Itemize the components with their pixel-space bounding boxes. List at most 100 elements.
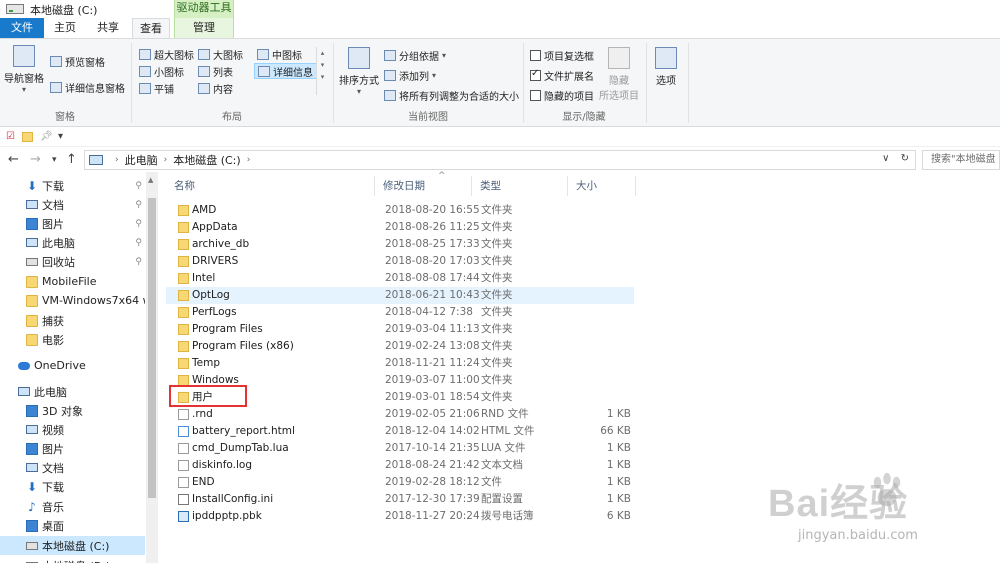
- navigation-pane-button[interactable]: 导航窗格 ▾: [4, 45, 44, 94]
- nav-item[interactable]: 图片 ⚲: [0, 214, 145, 233]
- column-header-date[interactable]: 修改日期: [375, 176, 472, 196]
- table-row[interactable]: AppData 2018-08-26 11:25 文件夹: [166, 219, 634, 236]
- pin-icon[interactable]: ⚲: [135, 257, 142, 267]
- table-row[interactable]: END 2019-02-28 18:12 文件 1 KB: [166, 474, 634, 491]
- nav-item[interactable]: 此电脑 ⚲: [0, 233, 145, 252]
- pin-icon[interactable]: ⚲: [135, 200, 142, 210]
- nav-item[interactable]: OneDrive: [0, 356, 145, 375]
- breadcrumb-this-pc[interactable]: 此电脑: [125, 152, 158, 168]
- tab-file[interactable]: 文件: [0, 18, 44, 38]
- column-header-size[interactable]: 大小: [568, 176, 636, 196]
- navigation-pane-scrollbar[interactable]: ▲: [146, 172, 158, 563]
- forward-arrow-icon[interactable]: →: [30, 152, 41, 167]
- options-button[interactable]: 选项: [650, 47, 682, 87]
- address-bar[interactable]: › 此电脑 › 本地磁盘 (C:) › ∨ ↻: [84, 150, 916, 170]
- table-row[interactable]: Temp 2018-11-21 11:24 文件夹: [166, 355, 634, 372]
- address-dropdown-chevron-icon[interactable]: ∨: [882, 153, 889, 164]
- checkbox-checked[interactable]: [530, 68, 541, 81]
- sort-by-button[interactable]: 排序方式 ▾: [338, 47, 380, 96]
- nav-item[interactable]: 回收站 ⚲: [0, 252, 145, 271]
- checkbox[interactable]: [530, 49, 541, 61]
- breadcrumb-separator-icon[interactable]: ›: [247, 155, 251, 165]
- column-header-name[interactable]: 名称: [166, 176, 375, 196]
- layout-details[interactable]: 详细信息: [254, 63, 317, 79]
- pin-icon[interactable]: ⚲: [135, 219, 142, 229]
- nav-item[interactable]: 电影: [0, 330, 145, 349]
- table-row[interactable]: OptLog 2018-06-21 10:43 文件夹: [166, 287, 634, 304]
- table-row[interactable]: Program Files 2019-03-04 11:13 文件夹: [166, 321, 634, 338]
- pin-icon[interactable]: ⚲: [135, 238, 142, 248]
- properties-icon[interactable]: ☑: [6, 131, 15, 142]
- picture-icon: [26, 442, 38, 455]
- back-arrow-icon[interactable]: ←: [8, 152, 19, 167]
- nav-item[interactable]: 本地磁盘 (C:): [0, 536, 145, 555]
- add-column-button[interactable]: 添加列 ▾: [384, 67, 436, 83]
- new-folder-icon[interactable]: [22, 132, 33, 142]
- item-checkboxes-toggle[interactable]: 项目复选框: [530, 47, 594, 63]
- recent-locations-chevron-icon[interactable]: ▾: [52, 155, 57, 165]
- tab-view[interactable]: 查看: [132, 18, 170, 38]
- table-row[interactable]: Program Files (x86) 2019-02-24 13:08 文件夹: [166, 338, 634, 355]
- table-row[interactable]: AMD 2018-08-20 16:55 文件夹: [166, 202, 634, 219]
- scroll-up-arrow-icon[interactable]: ▲: [148, 176, 153, 184]
- nav-item[interactable]: 3D 对象: [0, 401, 145, 420]
- refresh-icon[interactable]: ↻: [901, 153, 909, 164]
- group-separator: [646, 43, 647, 123]
- checkbox[interactable]: [530, 89, 541, 101]
- table-row[interactable]: diskinfo.log 2018-08-24 21:42 文本文档 1 KB: [166, 457, 634, 474]
- nav-item[interactable]: ⬇ 下载: [0, 477, 145, 496]
- layout-small-icons[interactable]: 小图标: [139, 63, 184, 79]
- table-row[interactable]: cmd_DumpTab.lua 2017-10-14 21:35 LUA 文件 1 K…: [166, 440, 634, 457]
- table-row[interactable]: DRIVERS 2018-08-20 17:03 文件夹: [166, 253, 634, 270]
- table-row[interactable]: ipddpptp.pbk 2018-11-27 20:24 拨号电话簿 6 KB: [166, 508, 634, 525]
- group-by-button[interactable]: 分组依据 ▾: [384, 47, 446, 63]
- nav-item[interactable]: ⬇ 下载 ⚲: [0, 176, 145, 195]
- search-input[interactable]: 搜索"本地磁盘: [922, 150, 1000, 170]
- layout-extra-large-icons[interactable]: 超大图标: [139, 46, 194, 62]
- nav-item[interactable]: 文档: [0, 458, 145, 477]
- hide-selected-button[interactable]: 隐藏 所选项目: [598, 47, 640, 102]
- tab-share[interactable]: 共享: [86, 18, 130, 38]
- nav-item[interactable]: 桌面: [0, 516, 145, 535]
- layout-tiles[interactable]: 平铺: [139, 80, 174, 96]
- layout-large-icons[interactable]: 大图标: [198, 46, 243, 62]
- add-column-icon: [384, 69, 396, 81]
- nav-item[interactable]: 视频: [0, 420, 145, 439]
- nav-item[interactable]: VM-Windows7x64 with: [0, 291, 145, 310]
- nav-item[interactable]: ♪ 音乐: [0, 497, 145, 516]
- file-size: [576, 338, 631, 355]
- table-row[interactable]: InstallConfig.ini 2017-12-30 17:39 配置设置 1 K…: [166, 491, 634, 508]
- customize-toolbar-icon[interactable]: ▾: [58, 131, 63, 142]
- column-header-type[interactable]: 类型: [472, 176, 568, 196]
- breadcrumb-separator-icon[interactable]: ›: [115, 155, 119, 165]
- details-pane-button[interactable]: 详细信息窗格: [50, 79, 125, 95]
- table-row[interactable]: .rnd 2019-02-05 21:06 RND 文件 1 KB: [166, 406, 634, 423]
- tab-manage[interactable]: 管理: [174, 18, 234, 38]
- pin-icon[interactable]: 📌︎: [40, 131, 53, 142]
- layout-medium-icons[interactable]: 中图标: [257, 46, 302, 62]
- layout-gallery-scroll[interactable]: ▴ ▾ ▾: [316, 47, 328, 95]
- size-all-columns-button[interactable]: 将所有列调整为合适的大小: [384, 87, 519, 103]
- nav-item[interactable]: 本地磁盘 (D:): [0, 556, 145, 563]
- layout-content[interactable]: 内容: [198, 80, 233, 96]
- breadcrumb-separator-icon[interactable]: ›: [164, 155, 168, 165]
- layout-list[interactable]: 列表: [198, 63, 233, 79]
- nav-item[interactable]: 捕获: [0, 311, 145, 330]
- preview-pane-button[interactable]: 预览窗格: [50, 53, 105, 69]
- table-row[interactable]: battery_report.html 2018-12-04 14:02 HTML …: [166, 423, 634, 440]
- tab-home[interactable]: 主页: [46, 18, 84, 38]
- hidden-items-toggle[interactable]: 隐藏的项目: [530, 87, 594, 103]
- table-row[interactable]: PerfLogs 2018-04-12 7:38 文件夹: [166, 304, 634, 321]
- table-row[interactable]: Intel 2018-08-08 17:44 文件夹: [166, 270, 634, 287]
- group-by-label: 分组依据: [399, 51, 439, 63]
- nav-item[interactable]: 图片: [0, 439, 145, 458]
- nav-item[interactable]: 此电脑: [0, 382, 145, 401]
- scrollbar-thumb[interactable]: [148, 198, 156, 498]
- table-row[interactable]: archive_db 2018-08-25 17:33 文件夹: [166, 236, 634, 253]
- up-arrow-icon[interactable]: ↑: [66, 152, 77, 167]
- nav-item[interactable]: MobileFile: [0, 272, 145, 291]
- nav-item[interactable]: 文档 ⚲: [0, 195, 145, 214]
- pin-icon[interactable]: ⚲: [135, 181, 142, 191]
- file-extensions-toggle[interactable]: 文件扩展名: [530, 67, 594, 83]
- breadcrumb-local-disk[interactable]: 本地磁盘 (C:): [173, 152, 240, 168]
